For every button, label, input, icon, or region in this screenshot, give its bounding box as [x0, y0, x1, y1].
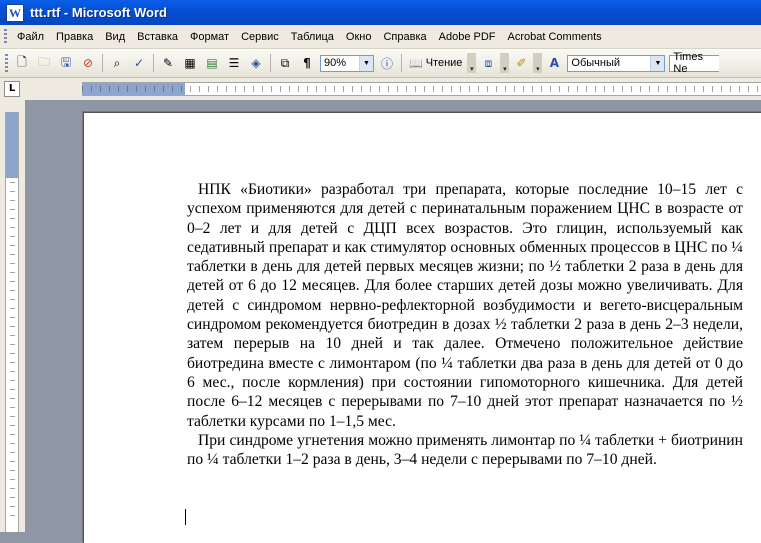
menu-help[interactable]: Справка: [377, 27, 432, 47]
ruler-bar: L: [0, 78, 761, 100]
toolbar-separator: [401, 54, 402, 72]
menu-insert[interactable]: Вставка: [131, 27, 184, 47]
zoom-value: 90%: [324, 57, 347, 69]
paragraph[interactable]: НПК «Биотики» разработал три препарата, …: [187, 180, 743, 431]
menu-tools[interactable]: Сервис: [235, 27, 285, 47]
menu-bar: Файл Правка Вид Вставка Формат Сервис Та…: [0, 25, 761, 49]
font-select[interactable]: Times Ne: [669, 51, 720, 75]
style-select[interactable]: Обычный ▼: [567, 54, 666, 72]
vertical-ruler[interactable]: [5, 112, 19, 532]
highlight-icon[interactable]: ✐: [511, 53, 531, 73]
paragraph[interactable]: При синдроме угнетения можно применять л…: [187, 431, 743, 470]
text-caret: [185, 509, 186, 525]
drawing-icon[interactable]: ◈: [246, 53, 266, 73]
spelling-icon[interactable]: ✓: [129, 53, 149, 73]
show-hide-marks-icon[interactable]: ¶: [297, 53, 317, 73]
chevron-down-icon[interactable]: ▼: [359, 55, 373, 71]
tab-stop-selector[interactable]: L: [4, 81, 20, 97]
toolbar-separator: [102, 54, 103, 72]
horizontal-ruler[interactable]: [82, 82, 761, 96]
document-page[interactable]: НПК «Биотики» разработал три препарата, …: [83, 112, 761, 543]
new-document-icon[interactable]: 🗋: [12, 53, 32, 73]
menu-adobe-pdf[interactable]: Adobe PDF: [433, 27, 502, 47]
menu-file[interactable]: Файл: [11, 27, 50, 47]
ruler-ticks: [82, 86, 761, 92]
menu-format[interactable]: Формат: [184, 27, 235, 47]
menu-table[interactable]: Таблица: [285, 27, 340, 47]
title-bar: W ttt.rtf - Microsoft Word: [0, 0, 761, 25]
window-title: ttt.rtf - Microsoft Word: [30, 5, 167, 20]
menu-view[interactable]: Вид: [99, 27, 131, 47]
document-map-icon[interactable]: ⧉: [275, 53, 295, 73]
menu-acrobat-comments[interactable]: Acrobat Comments: [502, 27, 608, 47]
toolbar-grip-handle[interactable]: [5, 54, 8, 72]
styles-pane-icon[interactable]: ⧈: [478, 53, 498, 73]
open-folder-icon[interactable]: 🗀: [34, 53, 54, 73]
style-value: Обычный: [571, 57, 621, 69]
toolbar-options-chevron-icon[interactable]: ▾: [533, 53, 543, 73]
font-value: Times Ne: [673, 51, 703, 75]
columns-icon[interactable]: ☰: [224, 53, 244, 73]
book-icon: 📖: [409, 57, 423, 70]
insert-table-icon[interactable]: ▦: [180, 53, 200, 73]
insert-excel-icon[interactable]: ▤: [202, 53, 222, 73]
zoom-select[interactable]: 90% ▼: [320, 54, 374, 72]
document-body[interactable]: НПК «Биотики» разработал три препарата, …: [187, 180, 743, 469]
standard-toolbar: 🗋 🗀 🖫 ⊘ ⌕ ✓ ✎ ▦ ▤ ☰ ◈ ⧉ ¶ 90% ▼ ⓘ 📖 Чтен…: [0, 49, 761, 78]
permission-icon[interactable]: ⊘: [78, 53, 98, 73]
toolbar-separator: [153, 54, 154, 72]
reading-mode-label: Чтение: [425, 57, 463, 69]
top-margin-area: [6, 112, 18, 178]
toolbar-options-chevron-icon[interactable]: ▾: [500, 53, 510, 73]
menu-edit[interactable]: Правка: [50, 27, 99, 47]
toolbar-options-chevron-icon[interactable]: ▾: [467, 53, 477, 73]
toolbar-separator: [270, 54, 271, 72]
word-app-icon[interactable]: W: [6, 3, 24, 22]
reading-mode-button[interactable]: 📖 Чтение: [405, 57, 466, 70]
print-preview-icon[interactable]: ⌕: [107, 53, 127, 73]
menu-window[interactable]: Окно: [340, 27, 378, 47]
chevron-down-icon[interactable]: ▼: [650, 55, 665, 71]
help-icon[interactable]: ⓘ: [377, 53, 397, 73]
research-icon[interactable]: ✎: [158, 53, 178, 73]
styles-formatting-icon[interactable]: A: [544, 53, 564, 73]
vertical-ruler-ticks: [10, 182, 15, 522]
menu-grip-handle[interactable]: [4, 29, 7, 44]
save-icon[interactable]: 🖫: [56, 53, 76, 73]
